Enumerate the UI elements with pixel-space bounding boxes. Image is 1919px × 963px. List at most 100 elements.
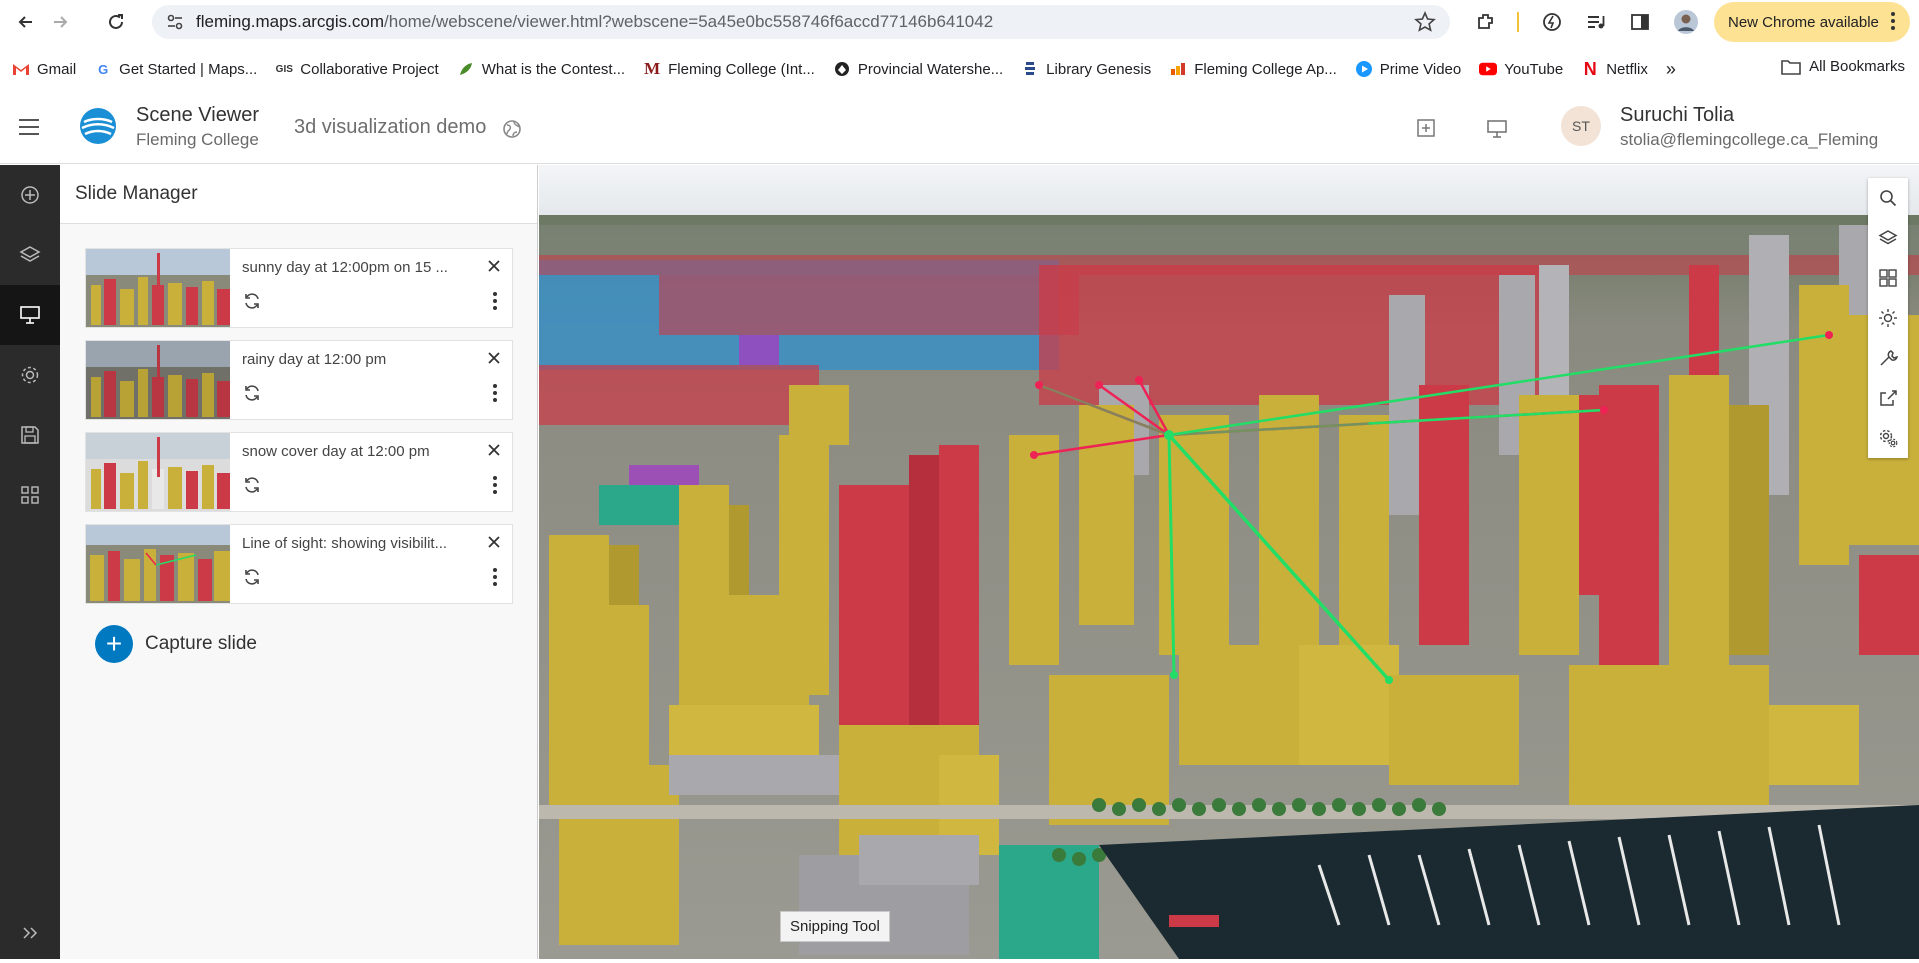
side-panel-icon[interactable] — [1624, 6, 1656, 38]
search-icon — [1880, 190, 1897, 207]
bookmark-star-icon[interactable] — [1414, 10, 1436, 38]
snipping-tool-tooltip: Snipping Tool — [780, 911, 890, 942]
grid-icon — [21, 486, 39, 504]
slides-button[interactable] — [0, 285, 60, 345]
capture-slide-button[interactable]: + Capture slide — [95, 625, 257, 663]
update-slide-refresh-icon[interactable] — [242, 567, 262, 592]
presentation-icon[interactable] — [1486, 118, 1508, 145]
bookmark-collaborative-project[interactable]: GIS Collaborative Project — [275, 60, 439, 78]
arrow-left-icon — [18, 16, 32, 28]
slide-title[interactable]: sunny day at 12:00pm on 15 ... — [242, 259, 462, 276]
bookmark-get-started[interactable]: G Get Started | Maps... — [94, 60, 257, 78]
library-icon — [1021, 60, 1039, 78]
slide-card-rainy[interactable]: rainy day at 12:00 pm — [85, 340, 513, 420]
wrench-icon — [1880, 350, 1898, 366]
expand-rail-button[interactable] — [0, 903, 60, 963]
slide-thumbnail[interactable] — [86, 525, 230, 603]
chart-icon — [1169, 60, 1187, 78]
address-bar[interactable]: fleming.maps.arcgis.com/home/webscene/vi… — [152, 5, 1450, 39]
forward-button[interactable] — [42, 4, 78, 40]
save-button[interactable] — [0, 405, 60, 465]
url-text: fleming.maps.arcgis.com/home/webscene/vi… — [196, 12, 993, 32]
slide-more-options-icon[interactable] — [492, 567, 498, 592]
bookmark-youtube[interactable]: YouTube — [1479, 60, 1563, 78]
delete-slide-close-icon[interactable] — [488, 535, 500, 553]
new-scene-plus-icon[interactable] — [1416, 118, 1436, 143]
reload-icon — [109, 14, 123, 29]
back-button[interactable] — [8, 4, 44, 40]
arrow-right-icon — [54, 16, 68, 28]
slide-more-options-icon[interactable] — [492, 291, 498, 316]
reload-button[interactable] — [98, 4, 134, 40]
bookmark-netflix[interactable]: N Netflix — [1581, 59, 1648, 79]
profile-avatar[interactable] — [1670, 6, 1702, 38]
delete-slide-close-icon[interactable] — [488, 259, 500, 277]
slide-thumbnail[interactable] — [86, 341, 230, 419]
menu-hamburger-icon[interactable] — [18, 118, 40, 141]
bookmark-label: Fleming College (Int... — [668, 60, 815, 78]
basemap-gallery-button[interactable] — [1868, 258, 1908, 298]
user-name[interactable]: Suruchi Tolia — [1620, 104, 1734, 127]
prime-video-icon — [1355, 60, 1373, 78]
slide-more-options-icon[interactable] — [492, 475, 498, 500]
url-path: /home/webscene/viewer.html?webscene=5a45… — [384, 12, 994, 31]
daylight-button[interactable] — [1868, 298, 1908, 338]
gis-icon: GIS — [275, 63, 293, 75]
update-slide-refresh-icon[interactable] — [242, 383, 262, 408]
scene-viewer-logo-icon — [78, 106, 118, 146]
map-tools-bar — [1868, 178, 1908, 458]
sun-icon — [1879, 309, 1897, 327]
slide-thumbnail[interactable] — [86, 433, 230, 511]
bookmark-prime-video[interactable]: Prime Video — [1355, 60, 1461, 78]
performance-icon[interactable] — [1536, 6, 1568, 38]
basemap-grid-icon — [1879, 269, 1897, 287]
add-layers-button[interactable] — [0, 165, 60, 225]
save-icon — [21, 426, 39, 444]
site-info-icon[interactable] — [160, 13, 190, 31]
chrome-menu-icon — [1890, 11, 1896, 35]
browser-toolbar: fleming.maps.arcgis.com/home/webscene/vi… — [0, 0, 1919, 44]
settings-button[interactable] — [0, 345, 60, 405]
scene-view-3d-map[interactable] — [539, 165, 1919, 959]
bookmark-label: Fleming College Ap... — [1194, 60, 1337, 78]
bookmark-label: Collaborative Project — [300, 60, 439, 78]
bookmark-label: Get Started | Maps... — [119, 60, 258, 78]
slide-title[interactable]: rainy day at 12:00 pm — [242, 351, 462, 368]
slide-title[interactable]: Line of sight: showing visibilit... — [242, 535, 462, 552]
slide-title[interactable]: snow cover day at 12:00 pm — [242, 443, 462, 460]
measure-button[interactable] — [1868, 338, 1908, 378]
all-bookmarks-folder[interactable]: All Bookmarks — [1781, 58, 1905, 75]
bookmarks-bar: Gmail G Get Started | Maps... GIS Collabor… — [0, 50, 1919, 88]
new-chrome-available-button[interactable]: New Chrome available — [1714, 2, 1910, 42]
shared-globe-icon[interactable] — [502, 119, 522, 144]
bookmark-gmail[interactable]: Gmail — [12, 60, 76, 78]
bookmark-fleming-college-ap[interactable]: Fleming College Ap... — [1169, 60, 1337, 78]
bookmark-label: What is the Contest... — [481, 60, 626, 78]
more-bookmarks-chevron-icon[interactable]: » — [1666, 59, 1676, 80]
apps-button[interactable] — [0, 465, 60, 525]
add-circle-icon — [21, 186, 39, 204]
slide-card-sunny[interactable]: sunny day at 12:00pm on 15 ... — [85, 248, 513, 328]
share-button[interactable] — [1868, 378, 1908, 418]
slide-card-line-of-sight[interactable]: Line of sight: showing visibilit... — [85, 524, 513, 604]
settings-button[interactable] — [1868, 418, 1908, 458]
city-scene-render[interactable] — [539, 165, 1919, 959]
slide-thumbnail[interactable] — [86, 249, 230, 327]
bookmark-provincial-watershed[interactable]: Provincial Watershe... — [833, 60, 1003, 78]
presentation-icon — [20, 306, 40, 324]
bookmark-fleming-college[interactable]: M Fleming College (Int... — [643, 59, 815, 78]
update-slide-refresh-icon[interactable] — [242, 291, 262, 316]
layers-button[interactable] — [0, 225, 60, 285]
media-control-icon[interactable] — [1580, 6, 1612, 38]
bookmark-contest[interactable]: What is the Contest... — [457, 60, 625, 78]
layers-button[interactable] — [1868, 218, 1908, 258]
slide-card-snow[interactable]: snow cover day at 12:00 pm — [85, 432, 513, 512]
search-button[interactable] — [1868, 178, 1908, 218]
slide-more-options-icon[interactable] — [492, 383, 498, 408]
delete-slide-close-icon[interactable] — [488, 443, 500, 461]
bookmark-library-genesis[interactable]: Library Genesis — [1021, 60, 1151, 78]
delete-slide-close-icon[interactable] — [488, 351, 500, 369]
update-slide-refresh-icon[interactable] — [242, 475, 262, 500]
user-avatar[interactable]: ST — [1561, 106, 1601, 146]
extensions-icon[interactable] — [1470, 6, 1502, 38]
